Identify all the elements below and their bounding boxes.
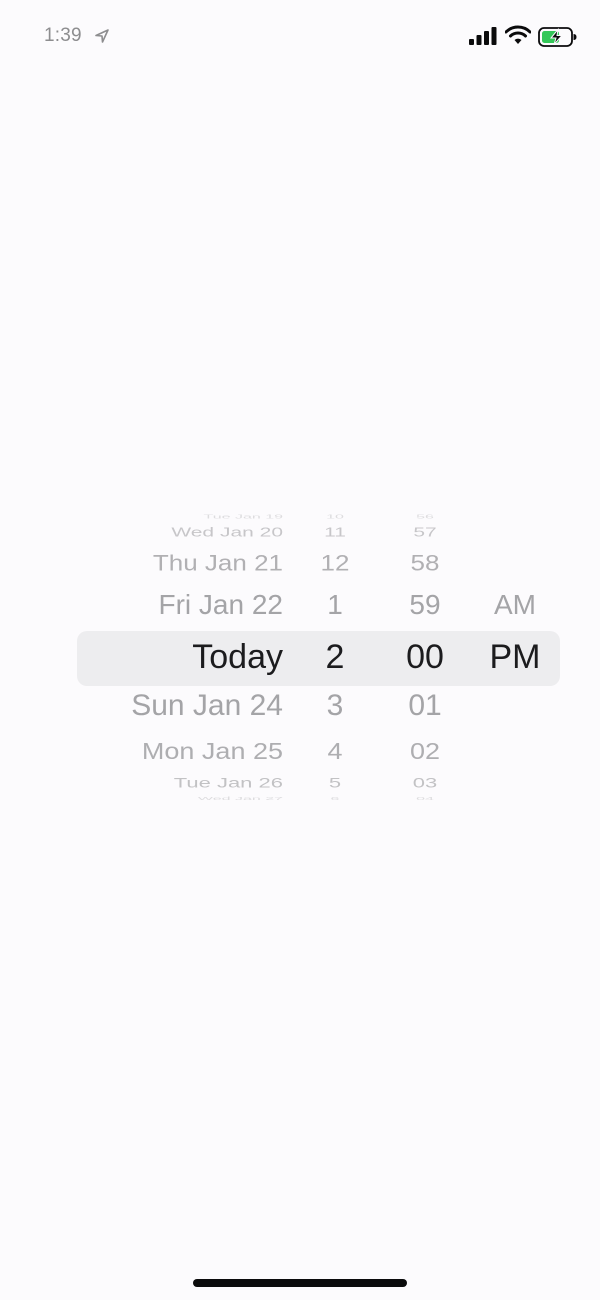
date-option[interactable]: Sun Jan 24 — [131, 689, 283, 723]
hour-option[interactable]: 1 — [300, 589, 370, 621]
hour-option[interactable]: 3 — [300, 689, 370, 723]
battery-charging-icon — [538, 27, 577, 47]
cellular-signal-icon — [469, 27, 497, 45]
minute-wheel[interactable]: 56 57 58 59 00 01 02 03 04 — [385, 500, 465, 820]
minute-option[interactable]: 04 — [385, 796, 465, 801]
date-option[interactable]: Wed Jan 27 — [198, 796, 283, 801]
date-option[interactable]: Tue Jan 19 — [204, 514, 283, 520]
minute-option[interactable]: 01 — [385, 689, 465, 723]
location-arrow-icon — [95, 29, 109, 43]
wifi-icon — [505, 25, 531, 44]
ampm-option-selected[interactable]: PM — [470, 638, 560, 677]
hour-option[interactable]: 5 — [300, 775, 370, 791]
date-time-picker[interactable]: Tue Jan 19 Wed Jan 20 Thu Jan 21 Fri Jan… — [0, 500, 600, 820]
date-option[interactable]: Mon Jan 25 — [142, 738, 283, 765]
hour-option[interactable]: 10 — [300, 514, 370, 520]
date-option[interactable]: Wed Jan 20 — [171, 526, 283, 541]
hour-option[interactable]: 6 — [300, 796, 370, 801]
status-time: 1:39 — [44, 25, 82, 46]
minute-option[interactable]: 57 — [385, 526, 465, 541]
hour-option[interactable]: 4 — [300, 738, 370, 765]
date-option[interactable]: Tue Jan 26 — [174, 775, 283, 791]
status-bar: 1:39 — [0, 0, 600, 74]
home-indicator[interactable] — [193, 1279, 407, 1287]
date-wheel[interactable]: Tue Jan 19 Wed Jan 20 Thu Jan 21 Fri Jan… — [0, 500, 283, 820]
hour-option[interactable]: 11 — [300, 526, 370, 541]
hour-option-selected[interactable]: 2 — [300, 638, 370, 677]
hour-option[interactable]: 12 — [300, 550, 370, 576]
minute-option[interactable]: 02 — [385, 738, 465, 765]
minute-option-selected[interactable]: 00 — [385, 638, 465, 677]
date-option-selected[interactable]: Today — [192, 638, 283, 677]
date-option[interactable]: Fri Jan 22 — [159, 589, 284, 621]
minute-option[interactable]: 03 — [385, 775, 465, 791]
minute-option[interactable]: 59 — [385, 589, 465, 621]
date-option[interactable]: Thu Jan 21 — [153, 550, 283, 576]
minute-option[interactable]: 58 — [385, 550, 465, 576]
minute-option[interactable]: 56 — [385, 514, 465, 520]
hour-wheel[interactable]: 10 11 12 1 2 3 4 5 6 — [300, 500, 370, 820]
ampm-option[interactable]: AM — [470, 589, 560, 621]
ampm-wheel[interactable]: AM PM — [470, 500, 560, 820]
